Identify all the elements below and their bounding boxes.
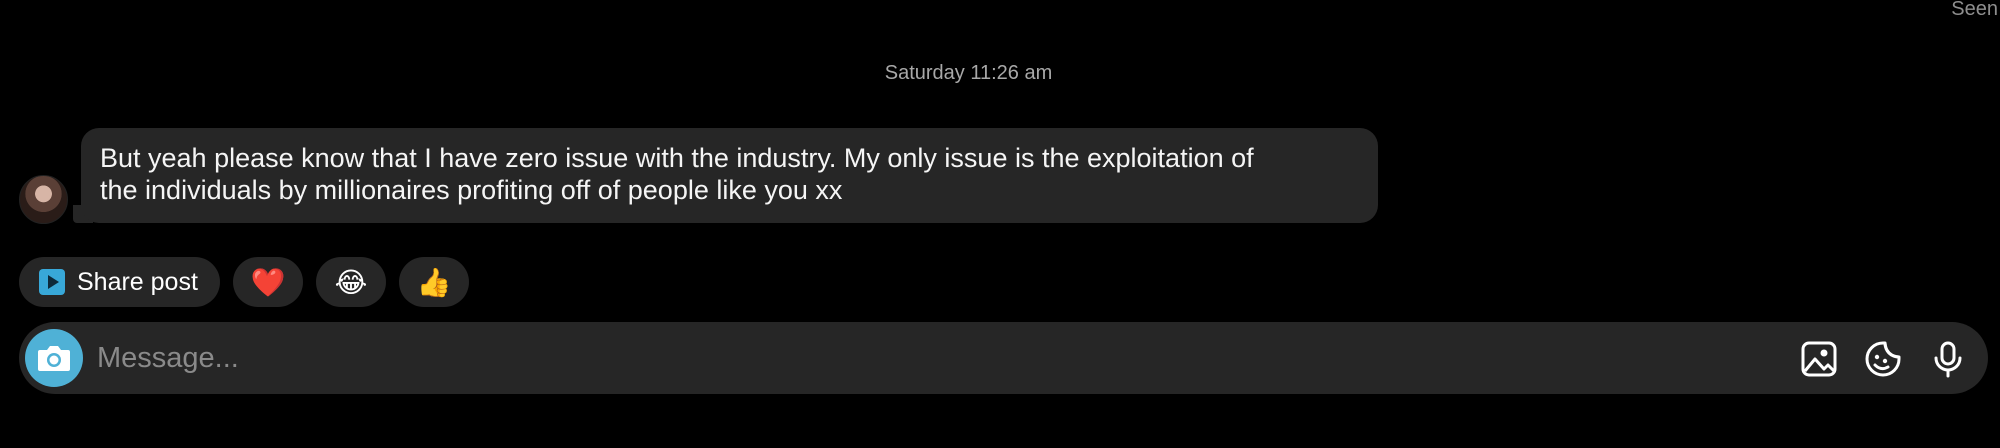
gallery-button[interactable] (1800, 340, 1838, 378)
quick-reply-bar: Share post ❤️ 😂 👍 (19, 257, 469, 307)
laugh-reaction-button[interactable]: 😂 (316, 257, 386, 307)
sticker-icon (1865, 341, 1901, 377)
voice-message-button[interactable] (1929, 340, 1967, 378)
message-bubble[interactable]: But yeah please know that I have zero is… (81, 128, 1378, 223)
sticker-button[interactable] (1864, 340, 1902, 378)
camera-icon (38, 346, 70, 371)
microphone-icon (1934, 341, 1962, 378)
play-icon (39, 269, 65, 295)
image-icon (1801, 341, 1837, 377)
share-post-label: Share post (77, 267, 198, 296)
sender-avatar[interactable] (19, 175, 68, 224)
message-composer (19, 322, 1988, 394)
message-timestamp: Saturday 11:26 am (884, 62, 1053, 84)
heart-reaction-button[interactable]: ❤️ (233, 257, 303, 307)
thumbs-up-reaction-button[interactable]: 👍 (399, 257, 469, 307)
message-input[interactable] (97, 322, 1797, 394)
seen-status: Seen (1951, 0, 1998, 20)
camera-button[interactable] (25, 329, 83, 387)
share-post-button[interactable]: Share post (19, 257, 220, 307)
message-text-line: But yeah please know that I have zero is… (100, 143, 1254, 173)
message-text-line: the individuals by millionaires profitin… (100, 175, 843, 205)
